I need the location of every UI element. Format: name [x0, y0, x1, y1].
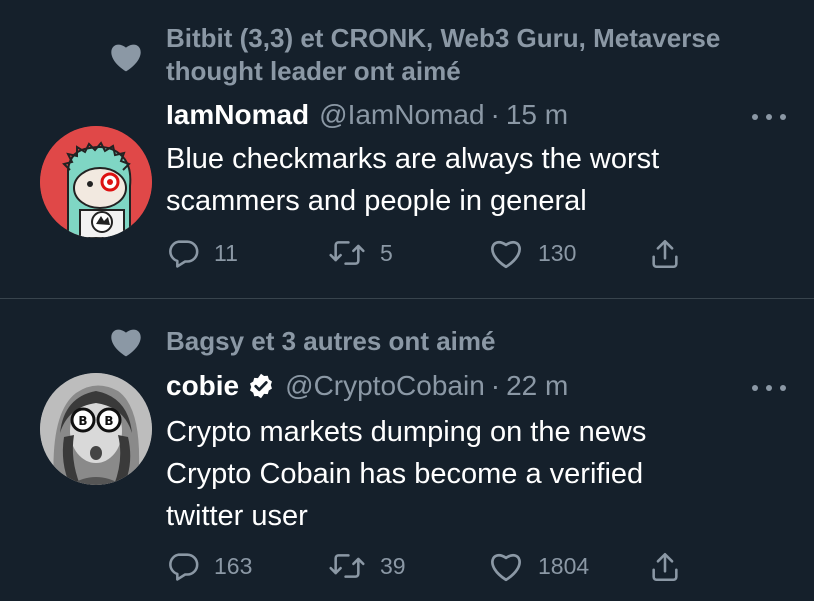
- user-handle[interactable]: @IamNomad: [319, 98, 484, 132]
- social-context-text[interactable]: Bitbit (3,3) et CRONK, Web3 Guru, Metave…: [166, 22, 806, 88]
- user-handle[interactable]: @CryptoCobain: [285, 369, 485, 403]
- tweet-text-line: Crypto Cobain has become a verified: [166, 458, 644, 490]
- verified-badge-icon: [250, 373, 273, 399]
- tweet-text-line: scammers and people in general: [166, 185, 587, 217]
- tweet-text: Crypto markets dumping on the news Crypt…: [166, 411, 786, 537]
- more-dot: [780, 114, 786, 120]
- svg-text:B: B: [78, 414, 87, 428]
- like-button[interactable]: 130: [488, 236, 576, 270]
- display-name[interactable]: IamNomad: [166, 98, 309, 132]
- share-button[interactable]: [648, 549, 682, 585]
- heart-outline-icon: [491, 241, 521, 269]
- tweet-text-line: Crypto markets dumping on the news: [166, 416, 647, 448]
- more-dots-icon: [752, 114, 758, 120]
- timestamp[interactable]: 22 m: [506, 369, 568, 403]
- more-options-button[interactable]: [752, 112, 786, 122]
- tweet-text: Blue checkmarks are always the worst sca…: [166, 138, 786, 222]
- share-upload-icon: [652, 552, 678, 582]
- reply-button[interactable]: 11: [166, 236, 238, 270]
- avatar[interactable]: [40, 126, 152, 238]
- share-upload-icon: [652, 239, 678, 269]
- tweet-actions: 11 5 130: [166, 236, 706, 276]
- more-dot: [766, 114, 772, 120]
- heart-outline-icon: [491, 554, 521, 582]
- reply-count: 163: [214, 552, 253, 579]
- display-name[interactable]: cobie: [166, 369, 239, 403]
- more-dot: [766, 385, 772, 391]
- svg-text:B: B: [104, 414, 113, 428]
- retweet-button[interactable]: 5: [328, 236, 393, 270]
- tweet-2[interactable]: Bagsy et 3 autres ont aimé B B cobie @Cr…: [0, 299, 814, 601]
- retweet-arrows-icon: [329, 554, 365, 578]
- more-options-button[interactable]: [752, 383, 786, 393]
- tweet-text-line: Blue checkmarks are always the worst: [166, 143, 660, 175]
- like-count: 1804: [538, 552, 590, 579]
- more-dot: [780, 385, 786, 391]
- retweet-count: 39: [380, 552, 406, 579]
- more-dots-icon: [752, 385, 758, 391]
- social-context-text[interactable]: Bagsy et 3 autres ont aimé: [166, 325, 806, 358]
- tweet-text-line: twitter user: [166, 500, 308, 532]
- tweet-1[interactable]: Bitbit (3,3) et CRONK, Web3 Guru, Metave…: [0, 0, 814, 298]
- tweet-actions: 163 39 1804: [166, 549, 706, 589]
- retweet-arrows-icon: [329, 241, 365, 265]
- heart-filled-icon: [111, 329, 141, 357]
- heart-filled-icon: [111, 44, 141, 72]
- like-count: 130: [538, 239, 577, 266]
- separator-dot: ·: [490, 99, 500, 130]
- retweet-button[interactable]: 39: [328, 549, 406, 583]
- like-button[interactable]: 1804: [488, 549, 589, 583]
- tweet-header: cobie @CryptoCobain · 22 m: [166, 369, 568, 403]
- nomad-avatar-illustration: [40, 126, 152, 238]
- reply-button[interactable]: 163: [166, 549, 252, 583]
- comment-bubble-icon: [169, 240, 199, 268]
- retweet-count: 5: [380, 239, 393, 266]
- tweet-header: IamNomad @IamNomad · 15 m: [166, 98, 568, 132]
- avatar[interactable]: B B: [40, 373, 152, 485]
- share-button[interactable]: [648, 236, 682, 272]
- timestamp[interactable]: 15 m: [506, 98, 568, 132]
- cobie-avatar-photo: B B: [40, 373, 152, 485]
- separator-dot: ·: [490, 370, 501, 401]
- comment-bubble-icon: [169, 553, 199, 581]
- reply-count: 11: [214, 239, 238, 266]
